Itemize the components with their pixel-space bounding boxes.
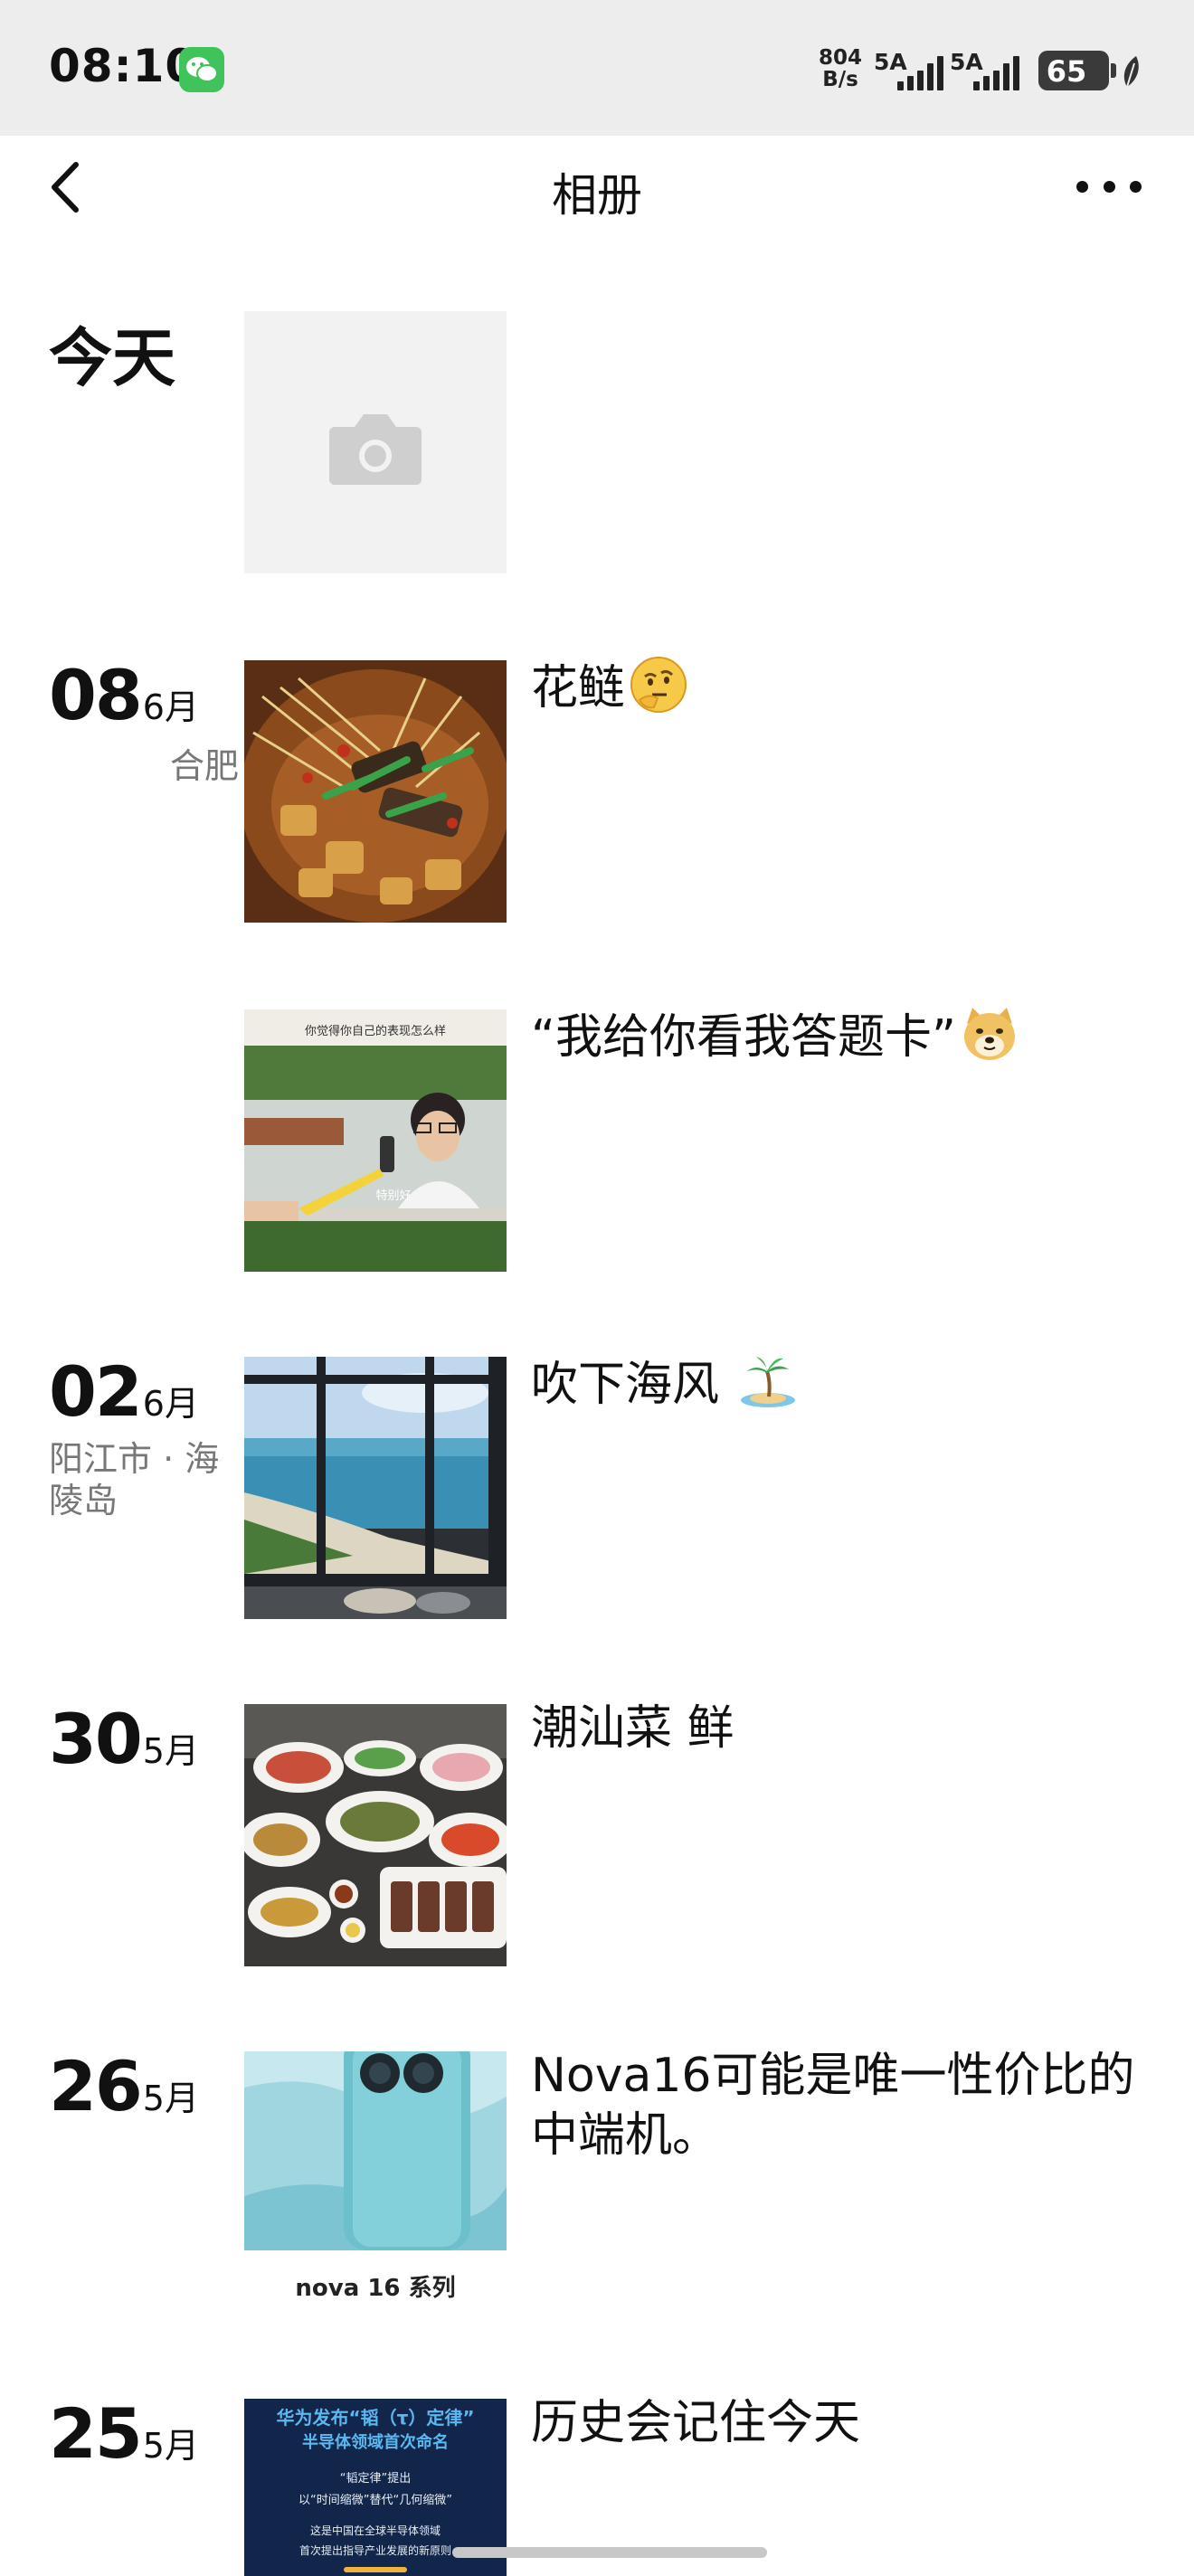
post-month: 6月 xyxy=(142,687,199,727)
post-date: 255月 xyxy=(49,2393,199,2474)
poster-subhead: 半导体领域首次命名 xyxy=(302,2432,449,2452)
post-thumbnail[interactable] xyxy=(244,660,507,923)
status-bar: 08:10 804 B/s 5A 5A 65 相册 xyxy=(0,0,1194,222)
network-speed: 804 B/s xyxy=(818,47,863,90)
power-saving-leaf-icon xyxy=(1123,56,1139,88)
post-caption: 潮汕菜 鲜 xyxy=(531,1699,1146,1758)
post-caption-text: Nova16可能是唯一性价比的中端机。 xyxy=(531,2049,1135,2163)
home-indicator[interactable] xyxy=(452,2547,767,2558)
signal-icon-sim1: 5A xyxy=(874,49,943,90)
post-location: 合肥 xyxy=(169,746,239,786)
post-caption-text: 潮汕菜 鲜 xyxy=(531,1701,734,1756)
post-thumbnail[interactable]: nova 16 系列 xyxy=(244,2051,507,2314)
desert-island-emoji-icon xyxy=(740,1357,795,1407)
post-date: 026月 xyxy=(49,1351,199,1432)
post-caption-text: 花鲢 xyxy=(531,661,626,715)
post-thumbnail[interactable] xyxy=(244,1704,507,1966)
signal-icon-sim2: 5A xyxy=(950,49,1019,90)
post-month: 6月 xyxy=(142,1384,199,1424)
camera-upload-button[interactable] xyxy=(244,311,507,573)
nova-brand-text: nova 16 系列 xyxy=(295,2275,455,2302)
chaoshan-dishes-photo xyxy=(244,1704,507,1966)
poster-headline: 华为发布“韬（τ）定律” xyxy=(276,2407,474,2429)
post-day: 25 xyxy=(49,2393,143,2474)
doge-emoji-icon xyxy=(963,1008,1015,1060)
battery-level: 65 xyxy=(1046,54,1087,89)
nova16-phone-ad: nova 16 系列 xyxy=(244,2051,507,2314)
post-day: 26 xyxy=(49,2046,143,2126)
post-caption: “我给你看我答题卡” xyxy=(531,1004,1146,1067)
post-caption-text: “我给你看我答题卡” xyxy=(531,1010,956,1065)
fish-stew-photo xyxy=(244,660,507,923)
post-date: 265月 xyxy=(49,2046,199,2126)
video-subtitle-top: 你觉得你自己的表现怎么样 xyxy=(305,1024,446,1038)
post-day: 30 xyxy=(49,1699,143,1779)
post-day: 08 xyxy=(49,655,143,735)
network-speed-value: 804 xyxy=(818,46,862,70)
post-caption: 花鲢 xyxy=(531,655,1146,718)
post-caption-text: 吹下海风 xyxy=(531,1358,720,1412)
page-title: 相册 xyxy=(552,169,642,222)
post-caption: 吹下海风 xyxy=(531,1351,1146,1415)
poster-line-2: 以“时间缩微”替代“几何缩微” xyxy=(298,2493,452,2507)
post-date: 086月 xyxy=(49,655,199,735)
poster-line-3: 这是中国在全球半导体领域 xyxy=(310,2524,441,2537)
post-day: 02 xyxy=(49,1351,143,1432)
post-month: 5月 xyxy=(142,1731,199,1771)
post-location: 阳江市 · 海陵岛 xyxy=(49,1439,220,1520)
sea-view-photo xyxy=(244,1357,507,1619)
wechat-notification-icon xyxy=(179,47,224,92)
more-options-icon[interactable] xyxy=(1076,177,1142,195)
status-time: 08:10 xyxy=(49,40,198,92)
poster-line-1: “韬定律”提出 xyxy=(340,2471,411,2486)
battery-icon: 65 xyxy=(1038,51,1116,90)
video-subtitle-bottom: 特别好 xyxy=(375,1189,411,1203)
post-caption: Nova16可能是唯一性价比的中端机。 xyxy=(531,2046,1146,2165)
network-speed-unit: B/s xyxy=(822,68,858,91)
camera-icon xyxy=(329,414,422,485)
date-today: 今天 xyxy=(49,321,175,395)
poster-line-4: 首次提出指导产业发展的新原则 xyxy=(299,2543,451,2557)
post-month: 5月 xyxy=(142,2079,199,2118)
post-caption-text: 历史会记住今天 xyxy=(531,2396,861,2450)
post-thumbnail[interactable] xyxy=(244,1357,507,1619)
post-thumbnail[interactable]: 你觉得你自己的表现怎么样 特别好 xyxy=(244,1009,507,1272)
thinking-face-emoji-icon xyxy=(630,657,687,713)
post-date: 305月 xyxy=(49,1699,199,1779)
interview-video-still: 你觉得你自己的表现怎么样 特别好 xyxy=(244,1009,507,1272)
post-month: 5月 xyxy=(142,2426,199,2466)
post-caption: 历史会记住今天 xyxy=(531,2393,1146,2453)
